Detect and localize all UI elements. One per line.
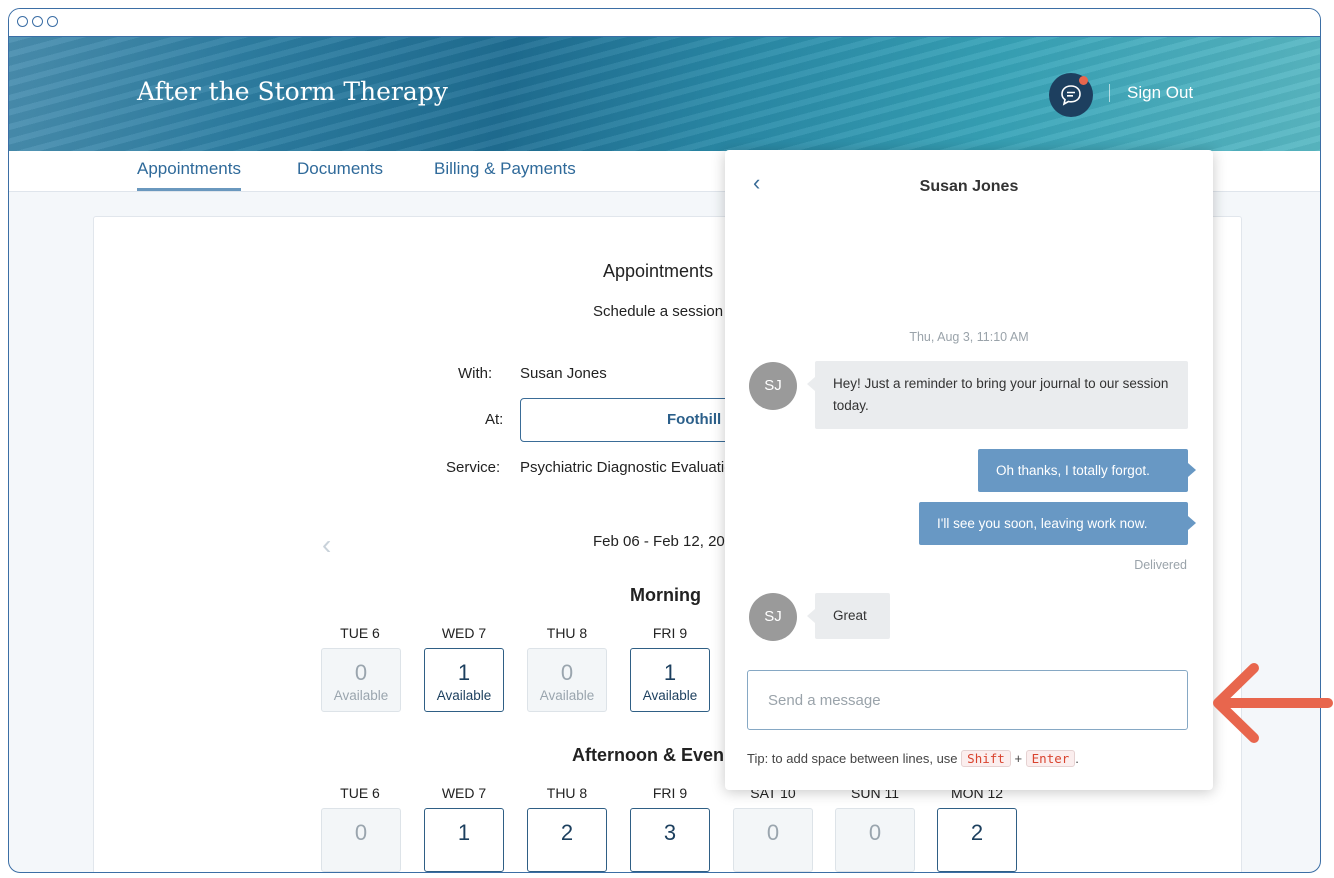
slot-count: 0 [354, 820, 368, 845]
chat-button[interactable] [1049, 73, 1093, 117]
morning-slot-tue-6: 0 Available [321, 648, 401, 712]
day-label: FRI 9 [652, 625, 688, 641]
chat-bubble-icon [1061, 85, 1081, 106]
slot-count: 1 [457, 660, 471, 685]
day-label: TUE 6 [340, 625, 380, 641]
message-incoming: Great [807, 593, 890, 639]
afternoon-slot-wed-7[interactable]: 1 [424, 808, 504, 872]
message-input[interactable] [747, 670, 1188, 730]
day-label: TUE 6 [340, 785, 380, 801]
tab-billing-payments[interactable]: Billing & Payments [434, 159, 576, 179]
slot-count: 0 [868, 820, 882, 845]
morning-slot-wed-7[interactable]: 1 Available [424, 648, 504, 712]
therapist-name: Susan Jones [520, 365, 607, 382]
sign-out-link[interactable]: Sign Out [1127, 83, 1193, 103]
slot-count: 0 [560, 660, 574, 685]
afternoon-slot-thu-8[interactable]: 2 [527, 808, 607, 872]
service-value: Psychiatric Diagnostic Evaluation [520, 459, 741, 476]
afternoon-slot-mon-12[interactable]: 2 [937, 808, 1017, 872]
slot-availability: Available [539, 688, 595, 703]
afternoon-slot-tue-6: 0 [321, 808, 401, 872]
tab-appointments[interactable]: Appointments [137, 159, 241, 191]
day-label: THU 8 [546, 625, 588, 641]
slot-availability: Available [642, 688, 698, 703]
callout-arrow-icon [1213, 663, 1333, 743]
slot-availability: Available [436, 688, 492, 703]
tab-documents[interactable]: Documents [297, 159, 383, 179]
date-range: Feb 06 - Feb 12, 2017 [593, 533, 742, 550]
message-incoming: Hey! Just a reminder to bring your journ… [807, 361, 1188, 429]
slot-count: 0 [766, 820, 780, 845]
message-outgoing: Oh thanks, I totally forgot. [978, 449, 1196, 492]
chat-contact-name: Susan Jones [919, 178, 1019, 195]
tip-end: . [1075, 751, 1079, 766]
window-dot-icon[interactable] [17, 16, 28, 27]
delivered-status: Delivered [1134, 558, 1187, 572]
avatar: SJ [749, 362, 797, 410]
slot-availability: Available [333, 688, 389, 703]
morning-slot-fri-9[interactable]: 1 Available [630, 648, 710, 712]
day-label: WED 7 [441, 785, 487, 801]
afternoon-slot-fri-9[interactable]: 3 [630, 808, 710, 872]
slot-count: 2 [560, 820, 574, 845]
service-label: Service: [446, 459, 501, 476]
chat-panel: ‹ Susan Jones Thu, Aug 3, 11:10 AM SJ He… [725, 150, 1213, 790]
slot-count: 0 [354, 660, 368, 685]
shift-key: Shift [961, 750, 1011, 767]
morning-slot-thu-8: 0 Available [527, 648, 607, 712]
location-label: At: [485, 411, 504, 428]
afternoon-slot-sun-11: 0 [835, 808, 915, 872]
location-select[interactable]: Foothill [520, 398, 742, 442]
header-banner: After the Storm Therapy Sign Out [9, 37, 1320, 151]
header-divider [1109, 84, 1110, 102]
avatar: SJ [749, 593, 797, 641]
tip-text: Tip: to add space between lines, use [747, 751, 958, 766]
window-dot-icon[interactable] [32, 16, 43, 27]
chevron-left-icon[interactable]: ‹ [322, 529, 331, 561]
slot-count: 1 [663, 660, 677, 685]
slot-count: 1 [457, 820, 471, 845]
day-label: FRI 9 [652, 785, 688, 801]
page-title: Appointments [603, 261, 714, 281]
slot-count: 3 [663, 820, 677, 845]
morning-heading: Morning [630, 585, 701, 605]
input-tip: Tip: to add space between lines, use Shi… [747, 750, 1079, 767]
page-subtitle: Schedule a session [593, 303, 724, 320]
tip-plus: + [1014, 751, 1023, 766]
day-label: WED 7 [441, 625, 487, 641]
message-outgoing: I'll see you soon, leaving work now. [919, 502, 1196, 545]
notification-dot [1079, 76, 1088, 85]
brand-title: After the Storm Therapy [137, 77, 448, 106]
window-dot-icon[interactable] [47, 16, 58, 27]
afternoon-slot-sat-10: 0 [733, 808, 813, 872]
enter-key: Enter [1025, 750, 1076, 767]
window-titlebar [9, 9, 1320, 37]
chat-timestamp: Thu, Aug 3, 11:10 AM [909, 330, 1029, 344]
day-label: THU 8 [546, 785, 588, 801]
location-value: Foothill [667, 411, 722, 428]
slot-count: 2 [970, 820, 984, 845]
with-label: With: [458, 365, 493, 382]
